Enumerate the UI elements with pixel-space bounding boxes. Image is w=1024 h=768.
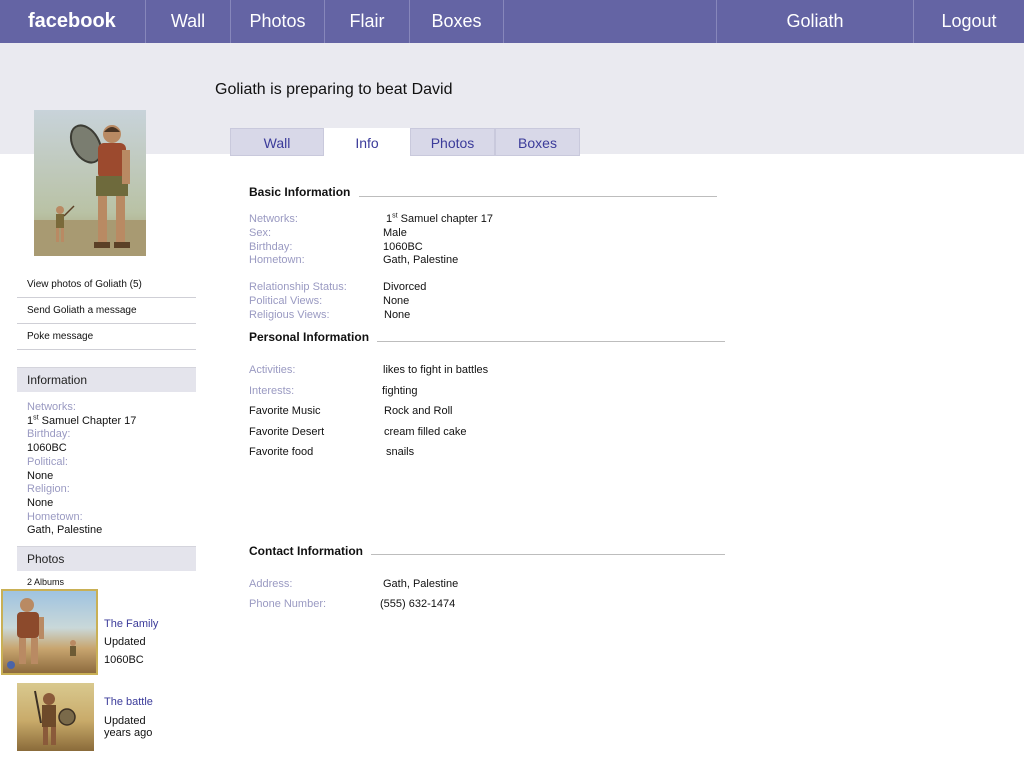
album-family-info: The Family Updated 1060BC bbox=[104, 618, 158, 666]
photos-header: Photos bbox=[17, 546, 196, 571]
contact-phone-value: (555) 632-1474 bbox=[380, 598, 456, 610]
album-family-date: 1060BC bbox=[104, 654, 144, 666]
birthday-value: 1060BC bbox=[27, 442, 67, 455]
tab-info[interactable]: Info bbox=[324, 128, 410, 156]
album-battle-updated: Updated bbox=[104, 715, 146, 727]
personal-music-value: Rock and Roll bbox=[384, 405, 453, 417]
nav-user-profile[interactable]: Goliath bbox=[716, 0, 914, 43]
personal-desert-label: Favorite Desert bbox=[249, 426, 325, 438]
contact-information-divider bbox=[371, 554, 725, 555]
profile-picture[interactable] bbox=[34, 110, 146, 256]
nav-photos[interactable]: Photos bbox=[231, 0, 325, 43]
personal-information-title: Personal Information bbox=[249, 330, 370, 344]
religion-label: Religion: bbox=[27, 483, 70, 496]
basic-sex-value: Male bbox=[383, 227, 407, 239]
networks-label: Networks: bbox=[27, 401, 76, 413]
contact-address-label: Address: bbox=[249, 578, 293, 590]
album-battle-date: years ago bbox=[104, 727, 153, 739]
poke-message-link[interactable]: Poke message bbox=[17, 324, 196, 350]
basic-hometown-label: Hometown: bbox=[249, 254, 305, 266]
basic-information-title: Basic Information bbox=[249, 185, 351, 199]
view-photos-link[interactable]: View photos of Goliath (5) bbox=[17, 272, 196, 298]
basic-birthday-label: Birthday: bbox=[249, 241, 293, 253]
personal-desert-value: cream filled cake bbox=[384, 426, 467, 438]
hometown-value[interactable]: Gath, Palestine bbox=[27, 524, 197, 538]
personal-activities-value: likes to fight in battles bbox=[383, 364, 489, 376]
religion-value: None bbox=[27, 496, 54, 509]
contact-information-title: Contact Information bbox=[249, 544, 363, 558]
personal-food-value: snails bbox=[386, 446, 415, 458]
personal-interests-value: fighting bbox=[382, 385, 418, 397]
basic-political-value: None bbox=[383, 295, 410, 307]
basic-information-divider bbox=[359, 196, 717, 197]
album-family-title[interactable]: The Family bbox=[104, 618, 158, 630]
sidebar-information: Networks: 1st Samuel Chapter 17 Birthday… bbox=[27, 401, 197, 538]
basic-political-label: Political Views: bbox=[249, 295, 323, 307]
status-message: Goliath is preparing to beat David bbox=[215, 81, 453, 98]
basic-religious-value: None bbox=[384, 309, 411, 321]
basic-relationship-label: Relationship Status: bbox=[249, 281, 347, 293]
basic-relationship-value: Divorced bbox=[383, 281, 427, 293]
tab-boxes[interactable]: Boxes bbox=[495, 128, 580, 156]
personal-music-label: Favorite Music bbox=[249, 405, 321, 417]
logout-button[interactable]: Logout bbox=[914, 0, 1024, 43]
personal-activities-label: Activities: bbox=[249, 364, 296, 376]
album-thumbnail-battle[interactable] bbox=[17, 683, 94, 751]
birthday-label: Birthday: bbox=[27, 428, 71, 441]
tab-wall[interactable]: Wall bbox=[230, 128, 324, 156]
personal-food-label: Favorite food bbox=[249, 446, 314, 458]
goliath-illustration-icon bbox=[34, 124, 146, 256]
basic-religious-label: Religious Views: bbox=[249, 309, 330, 321]
basic-birthday-value: 1060BC bbox=[383, 241, 423, 253]
nav-flair[interactable]: Flair bbox=[325, 0, 410, 43]
profile-action-links: View photos of Goliath (5) Send Goliath … bbox=[17, 272, 196, 350]
album-battle-info: The battle Updated years ago bbox=[104, 696, 153, 739]
nav-boxes[interactable]: Boxes bbox=[410, 0, 504, 43]
political-label: Political: bbox=[27, 455, 68, 468]
battle-photo-icon bbox=[34, 690, 76, 745]
nav-wall[interactable]: Wall bbox=[146, 0, 231, 43]
tab-photos[interactable]: Photos bbox=[410, 128, 495, 156]
basic-networks-value[interactable]: 1st Samuel chapter 17 bbox=[386, 212, 493, 225]
family-photo-icon bbox=[7, 598, 76, 669]
facebook-logo[interactable]: facebook bbox=[0, 0, 146, 43]
album-family-updated: Updated bbox=[104, 636, 146, 648]
top-navigation-bar: facebook Wall Photos Flair Boxes Goliath… bbox=[0, 0, 1024, 43]
personal-interests-label: Interests: bbox=[249, 385, 295, 397]
album-thumbnail-family[interactable] bbox=[1, 589, 98, 675]
political-value: None bbox=[27, 469, 54, 482]
albums-count[interactable]: 2 Albums bbox=[27, 577, 64, 587]
contact-address-value: Gath, Palestine bbox=[383, 578, 459, 590]
networks-value[interactable]: 1st Samuel Chapter 17 bbox=[27, 414, 197, 429]
send-message-link[interactable]: Send Goliath a message bbox=[17, 298, 196, 324]
basic-hometown-value[interactable]: Gath, Palestine bbox=[383, 254, 458, 266]
basic-sex-label: Sex: bbox=[249, 227, 272, 239]
hometown-label: Hometown: bbox=[27, 510, 83, 523]
album-battle-title[interactable]: The battle bbox=[104, 696, 153, 708]
contact-phone-label: Phone Number: bbox=[249, 598, 327, 610]
information-header: Information bbox=[17, 367, 196, 392]
basic-networks-label: Networks: bbox=[249, 213, 298, 225]
personal-information-divider bbox=[377, 341, 725, 342]
